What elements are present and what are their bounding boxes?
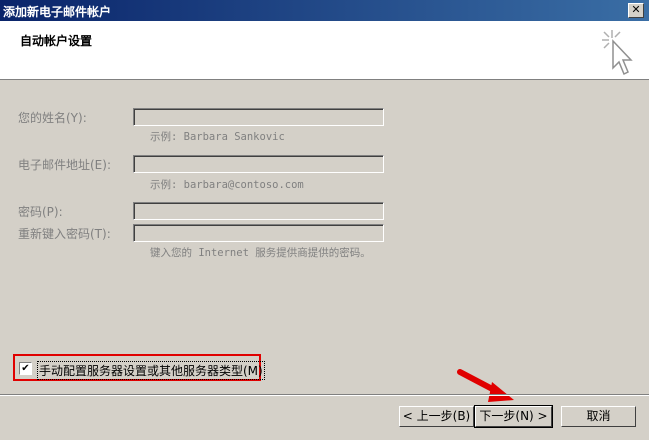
password-label: 密码(P):	[18, 205, 63, 219]
manual-config-checkbox[interactable]: ✔	[19, 362, 32, 375]
retype-password-field[interactable]	[133, 224, 384, 242]
checkmark-icon: ✔	[21, 363, 30, 374]
cursor-sparkle-icon	[602, 30, 633, 76]
red-arrow-icon	[457, 369, 514, 402]
close-button[interactable]: ✕	[628, 3, 644, 18]
name-hint: 示例: Barbara Sankovic	[150, 131, 285, 143]
email-hint: 示例: barbara@contoso.com	[150, 179, 304, 191]
email-label: 电子邮件地址(E):	[18, 158, 111, 172]
retype-password-label: 重新键入密码(T):	[18, 227, 111, 241]
manual-config-label[interactable]: 手动配置服务器设置或其他服务器类型(M)	[37, 361, 265, 380]
title-bar: 添加新电子邮件帐户 ✕	[0, 0, 649, 21]
next-button[interactable]: 下一步(N) >	[474, 405, 553, 428]
close-icon: ✕	[631, 3, 641, 16]
footer-divider	[0, 394, 649, 396]
name-label: 您的姓名(Y):	[18, 111, 87, 125]
password-hint: 键入您的 Internet 服务提供商提供的密码。	[150, 247, 371, 259]
cancel-button[interactable]: 取消	[561, 406, 636, 427]
back-button[interactable]: < 上一步(B)	[399, 406, 474, 427]
password-field[interactable]	[133, 202, 384, 220]
wizard-header: 自动帐户设置	[0, 21, 649, 80]
name-field[interactable]	[133, 108, 384, 126]
window-title: 添加新电子邮件帐户	[3, 5, 112, 19]
manual-config-highlight: ✔ 手动配置服务器设置或其他服务器类型(M)	[13, 354, 265, 381]
page-title: 自动帐户设置	[20, 34, 93, 48]
email-field[interactable]	[133, 155, 384, 173]
